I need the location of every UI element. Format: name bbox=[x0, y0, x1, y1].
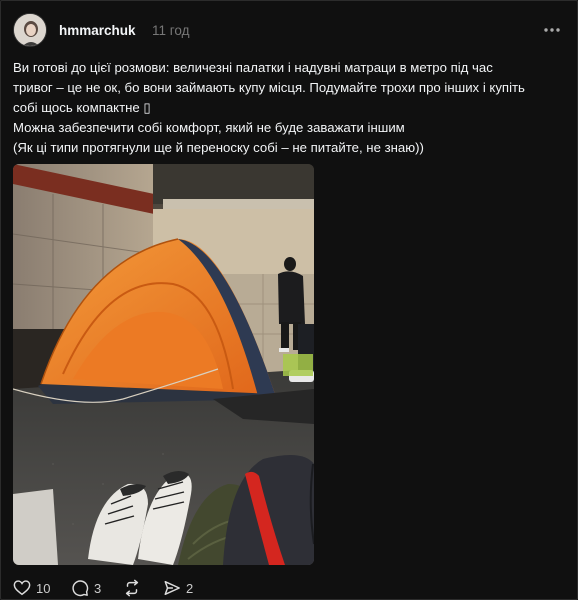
post-actions: 10 3 2 bbox=[13, 577, 313, 599]
avatar-image bbox=[14, 14, 46, 46]
photo-tent-metro bbox=[13, 164, 314, 565]
share-count: 2 bbox=[186, 580, 194, 596]
like-count: 10 bbox=[36, 580, 51, 596]
comment-icon bbox=[72, 580, 89, 597]
post-text-line: Можна забезпечити собі комфорт, який не … bbox=[13, 120, 405, 135]
share-button[interactable]: 2 bbox=[163, 577, 193, 599]
post-time[interactable]: 11 год bbox=[152, 23, 189, 38]
post-text-line: Ви готові до цієї розмови: величезні пал… bbox=[13, 60, 493, 75]
heart-icon bbox=[13, 580, 31, 596]
post-photo[interactable] bbox=[13, 164, 314, 565]
more-horizontal-icon[interactable] bbox=[541, 19, 563, 41]
avatar[interactable] bbox=[13, 13, 47, 47]
comment-button[interactable]: 3 bbox=[71, 577, 101, 599]
post-card: hmmarchuk 11 год Ви готові до цієї розмо… bbox=[0, 0, 578, 600]
repost-icon bbox=[125, 579, 139, 597]
post-text-line: собі щось компактне ▯ bbox=[13, 100, 151, 115]
repost-button[interactable] bbox=[123, 577, 141, 599]
post-text-line: (Як ці типи протягнули ще й переноску со… bbox=[13, 140, 424, 155]
post-text-line: тривог – це не ок, бо вони займають купу… bbox=[13, 80, 525, 95]
comment-count: 3 bbox=[94, 580, 102, 596]
post-text: Ви готові до цієї розмови: величезні пал… bbox=[13, 58, 569, 158]
author-username[interactable]: hmmarchuk bbox=[59, 23, 136, 38]
post-header: hmmarchuk 11 год bbox=[13, 13, 567, 49]
share-icon bbox=[164, 580, 180, 596]
like-button[interactable]: 10 bbox=[13, 577, 50, 599]
